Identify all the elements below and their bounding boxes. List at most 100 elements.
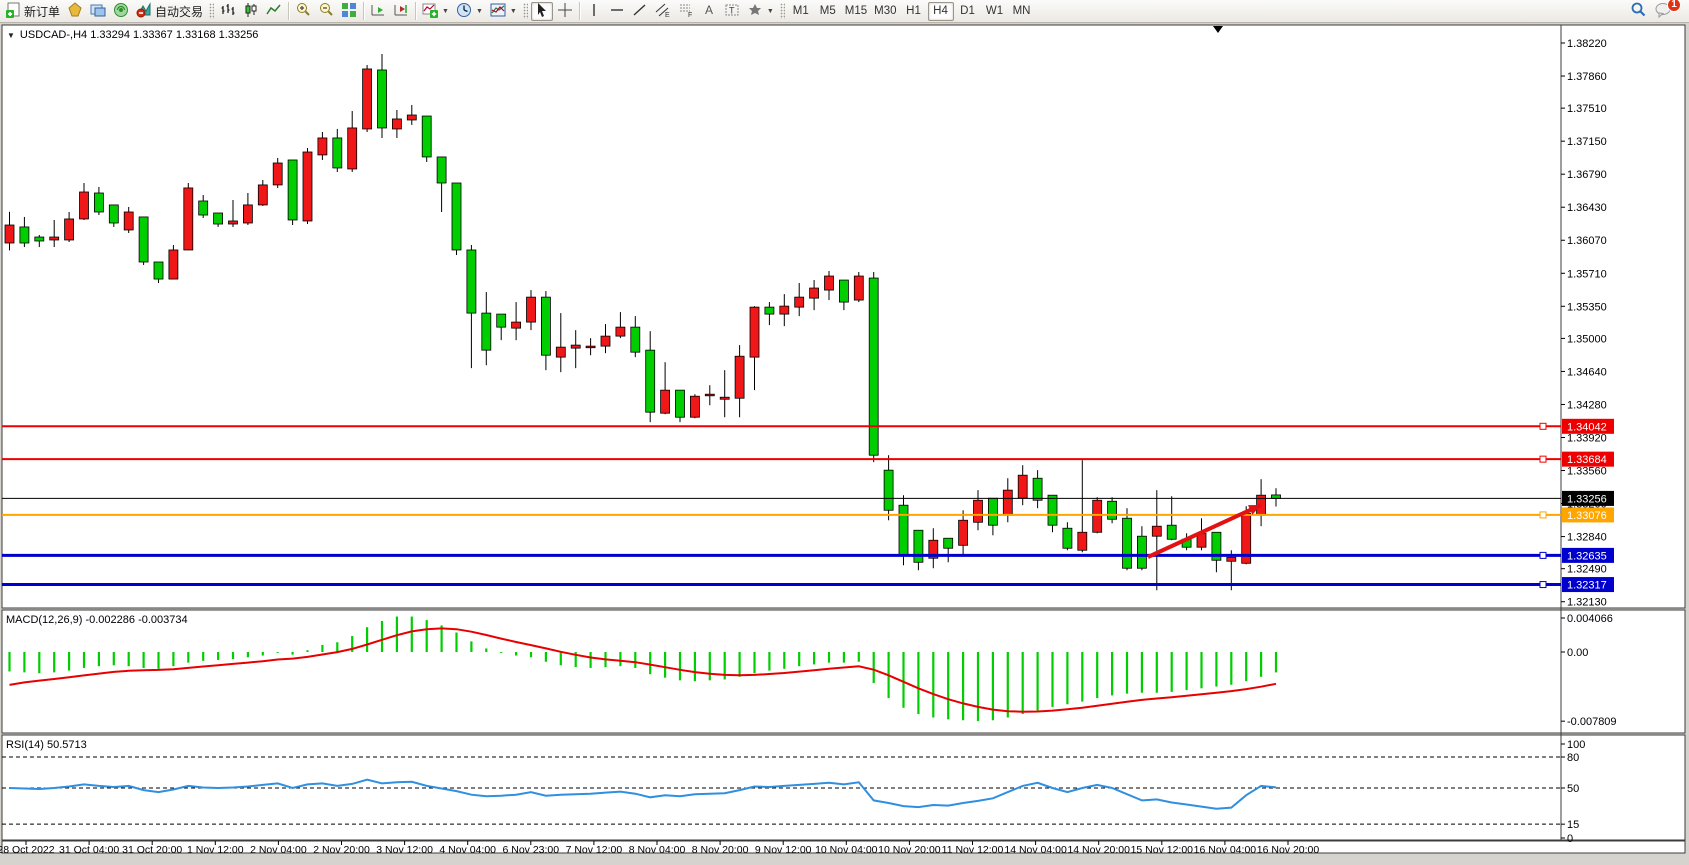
line-chart-button[interactable]: [263, 2, 285, 21]
candle-body: [1123, 518, 1132, 568]
date-label: 3 Nov 12:00: [376, 844, 433, 856]
candle-body: [586, 346, 595, 348]
trendline-button[interactable]: [629, 2, 651, 21]
date-label: 16 Nov 20:00: [1257, 844, 1320, 856]
market-watch-button[interactable]: [87, 2, 109, 21]
horizontal-line-button[interactable]: [606, 2, 628, 21]
candle-body: [124, 212, 133, 230]
candle-body: [1272, 495, 1281, 498]
chart-canvas[interactable]: 1.382201.378601.375101.371501.367901.364…: [0, 24, 1689, 860]
toolbar-grip: [209, 3, 214, 19]
candle-body: [1137, 536, 1146, 568]
rsi-axis-label: 80: [1567, 752, 1579, 764]
toolbar-separator: [288, 2, 289, 20]
zoom-in-button[interactable]: [292, 2, 314, 21]
chart-menu-icon[interactable]: ▼: [7, 31, 15, 40]
periods-button[interactable]: ▼: [453, 2, 486, 21]
candle-body: [437, 157, 446, 183]
tf-button-H4[interactable]: H4: [928, 2, 954, 21]
candle-body: [199, 201, 208, 215]
candle-body: [705, 394, 714, 396]
metaeditor-button[interactable]: [64, 2, 86, 21]
auto-scroll-button[interactable]: [367, 2, 389, 21]
crosshair-icon: [557, 2, 573, 21]
chart-shift-button[interactable]: [390, 2, 412, 21]
candle-body: [50, 237, 59, 240]
candle-body: [214, 213, 223, 224]
candle-body: [541, 297, 550, 355]
equidistant-channel-icon: E: [655, 2, 671, 21]
svg-text:F: F: [688, 12, 692, 18]
symbol-ohlc-text: USDCAD-,H4 1.33294 1.33367 1.33168 1.332…: [20, 29, 259, 41]
market-watch-icon: [90, 2, 106, 21]
price-tag-label: 1.32317: [1567, 580, 1607, 592]
price-axis-label: 1.35000: [1567, 333, 1607, 345]
arrow-shapes-button[interactable]: ▼: [744, 2, 777, 21]
tf-button-M5[interactable]: M5: [815, 2, 841, 21]
tile-windows-button[interactable]: [338, 2, 360, 21]
zoom-out-icon: [318, 2, 334, 21]
candle-body: [35, 237, 44, 241]
date-label: 10 Nov 20:00: [878, 844, 941, 856]
crosshair-button[interactable]: [554, 2, 576, 21]
tf-button-M30[interactable]: M30: [871, 2, 899, 21]
price-axis-label: 1.33920: [1567, 432, 1607, 444]
rsi-axis-label: 0: [1567, 833, 1573, 845]
templates-button[interactable]: ▼: [487, 2, 520, 21]
search-button[interactable]: [1627, 2, 1650, 21]
candle-body: [959, 520, 968, 545]
vertical-line-button[interactable]: [583, 2, 605, 21]
dropdown-arrow-icon: ▼: [442, 8, 449, 15]
tf-button-M1[interactable]: M1: [788, 2, 814, 21]
text-button[interactable]: A: [698, 2, 720, 21]
price-axis-label: 1.32490: [1567, 564, 1607, 576]
text-label-icon: T: [724, 2, 740, 21]
zoom-out-button[interactable]: [315, 2, 337, 21]
tf-button-H1[interactable]: H1: [901, 2, 927, 21]
signals-button[interactable]: [110, 2, 132, 21]
new-order-label: 新订单: [24, 3, 60, 20]
tf-button-M15[interactable]: M15: [842, 2, 870, 21]
templates-icon: [490, 2, 506, 21]
candle-body: [839, 280, 848, 302]
text-label-button[interactable]: T: [721, 2, 743, 21]
candle-body: [467, 250, 476, 313]
bar-chart-button[interactable]: [217, 2, 239, 21]
date-label: 8 Nov 04:00: [629, 844, 686, 856]
horizontal-line-icon: [609, 2, 625, 21]
equidistant-channel-button[interactable]: E: [652, 2, 674, 21]
candle-body: [1093, 500, 1102, 532]
autotrading-button[interactable]: 自动交易: [133, 2, 206, 21]
new-order-icon: [5, 2, 21, 21]
candle-body: [1152, 526, 1161, 536]
main-toolbar: 新订单 自动交易 ▼ ▼: [0, 0, 1689, 23]
candle-body: [765, 307, 774, 314]
svg-text:T: T: [729, 5, 735, 15]
tf-button-D1[interactable]: D1: [955, 2, 981, 21]
date-label: 8 Nov 20:00: [692, 844, 749, 856]
tf-button-MN[interactable]: MN: [1009, 2, 1035, 21]
tf-button-W1[interactable]: W1: [982, 2, 1008, 21]
level-handle: [1540, 552, 1546, 558]
fibonacci-button[interactable]: F: [675, 2, 697, 21]
price-axis-label: 1.34280: [1567, 399, 1607, 411]
chart-window[interactable]: 1.382201.378601.375101.371501.367901.364…: [0, 24, 1689, 860]
price-axis-label: 1.32840: [1567, 532, 1607, 544]
main-pane[interactable]: [2, 25, 1685, 608]
candlestick-chart-button[interactable]: [240, 2, 262, 21]
bar-chart-icon: [220, 2, 236, 21]
macd-pane[interactable]: [2, 610, 1685, 733]
candle-body: [1033, 478, 1042, 500]
candle-body: [810, 288, 819, 298]
svg-text:A: A: [705, 3, 713, 17]
price-axis-label: 1.37510: [1567, 103, 1607, 115]
price-axis-label: 1.35350: [1567, 301, 1607, 313]
cursor-button[interactable]: [531, 2, 553, 21]
date-label: 4 Nov 04:00: [439, 844, 496, 856]
indicators-button[interactable]: ▼: [419, 2, 452, 21]
candle-body: [631, 327, 640, 352]
new-order-button[interactable]: 新订单: [2, 2, 63, 21]
candle-body: [318, 138, 327, 155]
candle-body: [825, 276, 834, 290]
candle-body: [363, 69, 372, 129]
